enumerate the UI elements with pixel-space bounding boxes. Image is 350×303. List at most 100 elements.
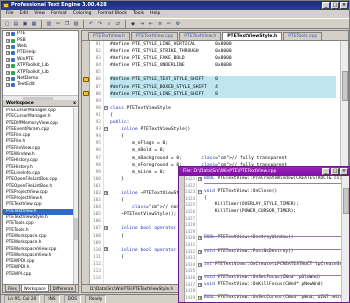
fold-toggle-icon[interactable]: −	[104, 127, 108, 131]
code-text[interactable]: BOOL PTETextView::PreCreateWindow(CREATE…	[204, 176, 349, 302]
fold-toggle-icon[interactable]: −	[104, 106, 108, 110]
fold-toggle-icon[interactable]: +	[104, 226, 108, 230]
fold-toggle-icon[interactable]: +	[104, 247, 108, 251]
code-line[interactable]: #define PTE_STYLE_LINE_VERTICAL 0x8000	[110, 41, 336, 48]
expand-icon[interactable]: +	[6, 32, 10, 37]
code-line[interactable]: {	[110, 112, 336, 119]
comment-icon[interactable]: ≡	[156, 20, 164, 28]
print-icon[interactable]: ▥	[45, 20, 53, 28]
tab-workspace[interactable]: Workspace	[20, 285, 49, 292]
close-button[interactable]: ×	[340, 168, 348, 175]
code-line[interactable]: void PTETextView::OnKillFocus(CWnd* pNew…	[204, 282, 341, 289]
fold-toggle-icon[interactable]: +	[198, 263, 202, 267]
maximize-button[interactable]: □	[331, 168, 339, 175]
code-line[interactable]: KillTimer(POWER_CURSOR_TIMER);	[204, 209, 341, 216]
tab-file[interactable]: PTETextView.h	[88, 32, 130, 40]
code-line[interactable]: m_nBold = 0;	[110, 147, 336, 154]
tab-file[interactable]: PTETools.cpp	[283, 32, 323, 40]
code-line[interactable]: #define PTE_STYLE_STRIKE_THROUGH 0x8000	[110, 48, 336, 55]
code-line[interactable]: void PTETextView::OnClose()	[204, 189, 341, 196]
code-line[interactable]: KillTimer(OVERLAY_STYLE_TIMER);	[204, 202, 341, 209]
replace-icon[interactable]: ⇄	[114, 20, 122, 28]
paste-icon[interactable]: ▧	[72, 20, 80, 28]
workspace-scrollbar[interactable]	[73, 108, 78, 284]
code-line[interactable]	[204, 268, 341, 275]
code-line[interactable]: public:	[110, 119, 336, 126]
bookmark-gutter[interactable]	[82, 41, 90, 284]
scrollbar-thumb[interactable]	[342, 71, 348, 101]
list-item[interactable]: PTEWPI.cpp	[3, 272, 73, 278]
fold-toggle-icon[interactable]: +	[198, 283, 202, 287]
floating-window-title[interactable]: File: D:\Data\Src\WinPTE\PTETextView.cpp…	[179, 167, 349, 176]
code-line[interactable]: #define PTE_STYLE_FAKE_BOLD 0x8000	[110, 55, 336, 62]
fold-toggle-icon[interactable]: +	[198, 276, 202, 280]
code-line[interactable]: #define PTE_STYLE_LINE_STYLE_SHIFT 8	[110, 90, 336, 98]
code-line[interactable]	[204, 222, 341, 229]
expand-icon[interactable]: +	[6, 38, 10, 43]
code-line[interactable]	[204, 242, 341, 249]
floating-vertical-scrollbar[interactable]	[341, 176, 349, 302]
fold-toggle-icon[interactable]: +	[198, 236, 202, 240]
save-all-icon[interactable]: ▦	[30, 20, 38, 28]
code-line[interactable]: m_nBackground = 0; class="cm">// fully t…	[110, 155, 336, 162]
expand-icon[interactable]: +	[6, 83, 10, 88]
menu-help[interactable]: Help	[147, 10, 163, 18]
find-icon[interactable]: ⌕	[105, 20, 113, 28]
code-line[interactable]: {	[110, 133, 336, 140]
wrap-icon[interactable]: ↵	[165, 20, 173, 28]
menu-view[interactable]: View	[31, 10, 48, 18]
save-icon[interactable]: ▣	[21, 20, 29, 28]
fold-toggle-icon[interactable]: +	[198, 177, 202, 181]
expand-icon[interactable]: +	[6, 64, 10, 69]
tree-item[interactable]: + TextEdit	[3, 82, 78, 88]
minimize-button[interactable]: _	[322, 168, 330, 175]
new-file-icon[interactable]: ▢	[3, 20, 11, 28]
expand-icon[interactable]: +	[6, 76, 10, 81]
settings-icon[interactable]: ⚙	[174, 20, 182, 28]
tab-files[interactable]: Files	[5, 285, 20, 292]
code-line[interactable]	[204, 216, 341, 223]
expand-icon[interactable]: +	[6, 44, 10, 49]
menu-format-block[interactable]: Format Block	[95, 10, 130, 18]
close-button[interactable]: ×	[340, 2, 348, 9]
expand-icon[interactable]: +	[6, 51, 10, 56]
code-line[interactable]: m_nFlags = 0;	[110, 140, 336, 147]
code-line[interactable]: #define PTE_STYLE_UNDERLINE 0x8000	[110, 62, 336, 69]
tab-file-active[interactable]: PTETextViewStyle.h	[222, 32, 283, 40]
copy-icon[interactable]: ❐	[63, 20, 71, 28]
indent-icon[interactable]: ⇥	[138, 20, 146, 28]
tab-difference[interactable]: Difference	[49, 285, 77, 292]
scrollbar-thumb[interactable]	[74, 218, 78, 240]
menu-file[interactable]: File	[3, 10, 17, 18]
tab-file[interactable]: PTETextView.cpp	[130, 32, 179, 40]
maximize-button[interactable]: □	[331, 2, 339, 9]
code-line[interactable]: #define PTE_STYLE_TEXT_STYLE_SHIFT 0	[110, 76, 336, 84]
bookmark-icon[interactable]: ◆	[129, 20, 137, 28]
code-line[interactable]: #define PTE_STYLE_BOXED_STYLE_SHIFT 4	[110, 83, 336, 91]
code-line[interactable]	[110, 69, 336, 76]
code-line[interactable]: class PTETextViewStyle	[110, 105, 336, 112]
expand-icon[interactable]: +	[6, 70, 10, 75]
outdent-icon[interactable]: ⇤	[147, 20, 155, 28]
code-line[interactable]	[204, 288, 341, 295]
cut-icon[interactable]: ✂	[54, 20, 62, 28]
fold-toggle-icon[interactable]: +	[198, 296, 202, 300]
code-line[interactable]	[204, 255, 341, 262]
fold-toggle-icon[interactable]: +	[198, 250, 202, 254]
minimize-button[interactable]: _	[322, 2, 330, 9]
close-icon[interactable]: x	[73, 100, 76, 107]
code-line[interactable]: BOOL PTETextView::PreCreateWindow(CREATE…	[204, 176, 342, 183]
fold-toggle-icon[interactable]: +	[104, 191, 108, 195]
menu-coloring[interactable]: Coloring	[70, 10, 95, 18]
redo-icon[interactable]: ↷	[96, 20, 104, 28]
undo-icon[interactable]: ↶	[87, 20, 95, 28]
code-line[interactable]	[110, 98, 336, 105]
code-line[interactable]: inline PTETextViewStyle()	[110, 126, 336, 133]
menu-format[interactable]: Format	[48, 10, 70, 18]
menu-edit[interactable]: Edit	[17, 10, 32, 18]
open-folder-icon[interactable]: ▤	[12, 20, 20, 28]
tab-file[interactable]: PTETextView.h	[179, 32, 222, 40]
scrollbar-thumb[interactable]	[343, 188, 349, 214]
fold-toggle-icon[interactable]: −	[198, 190, 202, 194]
menu-tools[interactable]: Tools	[130, 10, 147, 18]
